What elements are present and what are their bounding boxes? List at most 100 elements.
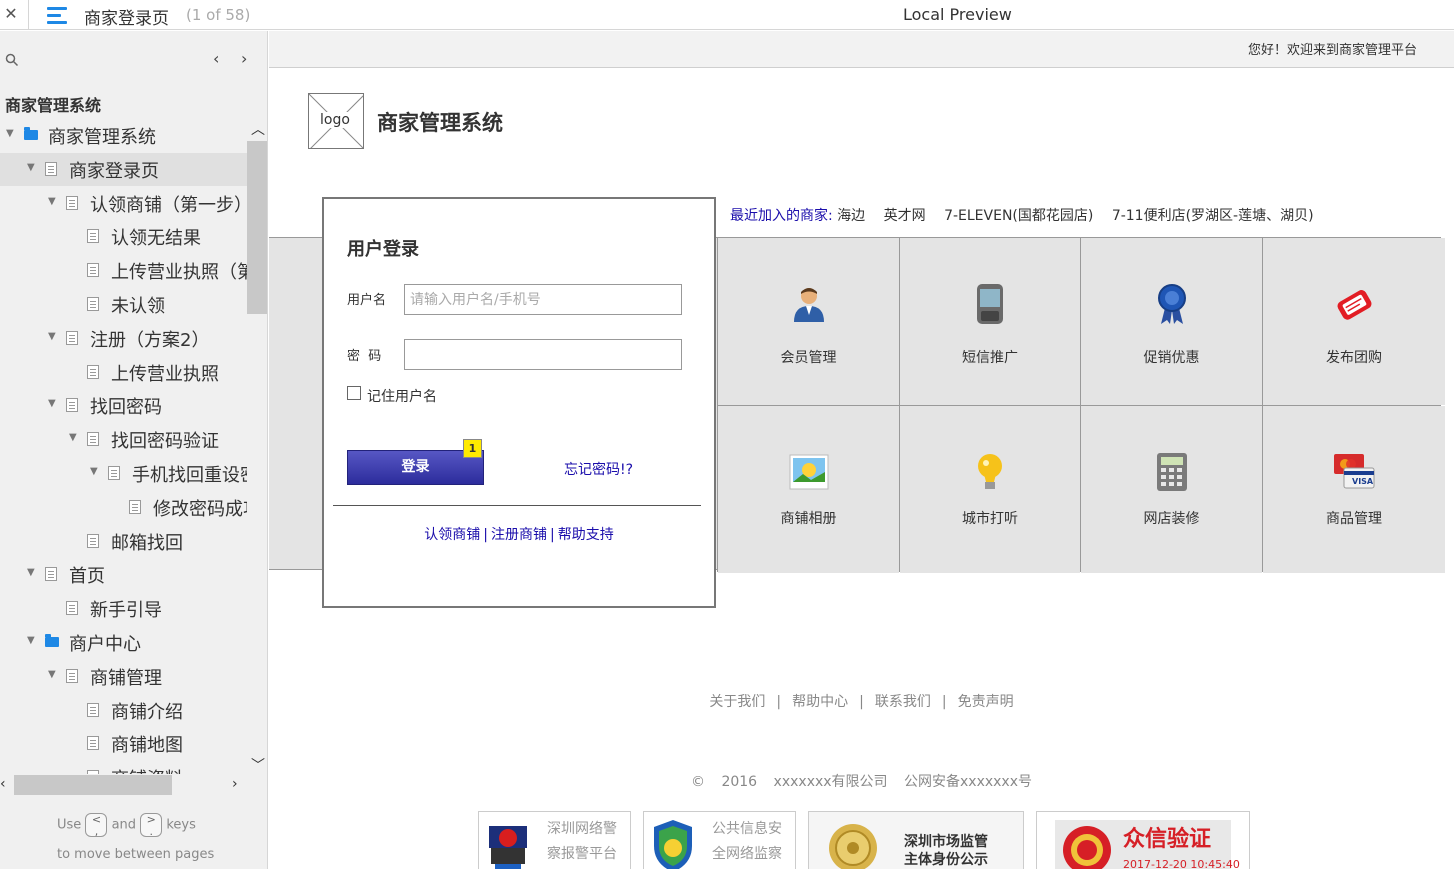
tree-item[interactable]: 邮箱找回 [0,525,247,558]
merchant-link[interactable]: 7-11便利店(罗湖区-莲塘、湖贝) [1112,208,1314,224]
disclaimer-link[interactable]: 免责声明 [958,694,1014,710]
preview-canvas: 您好！欢迎来到商家管理平台 logo 商家管理系统 用户登录 用户名 密 码 记… [269,31,1454,869]
project-title: 商家管理系统 [5,96,102,115]
page-tree: ▼ 商家管理系统 ▼ 商家登录页 ▼ 认领商铺（第一步） 认领无结果 上传营业执照（第 未认领 ▼… [0,119,247,774]
preview-title: Local Preview [903,5,1012,24]
help-center-link[interactable]: 帮助中心 [792,694,848,710]
tree-item[interactable]: ▼ 认领商铺（第一步） [0,187,247,220]
copyright: © 2016 xxxxxxx有限公司 公网安备xxxxxxx号 [269,771,1454,791]
previous-page-button[interactable]: ‹ [213,49,219,68]
next-page-button[interactable]: › [241,49,247,68]
annotation-marker: 1 [463,439,482,458]
tree-item-label: 找回密码 [90,397,162,418]
tree-item[interactable]: 修改密码成功 [0,491,247,524]
tree-item[interactable]: 商铺介绍 [0,694,247,727]
sidebar: ‹ › 商家管理系统 ▼ 商家管理系统 ▼ 商家登录页 ▼ 认领商铺（第一步） 认领无结果上… [0,31,268,869]
tree-item[interactable]: ▼ 商铺管理 [0,660,247,693]
claim-shop-link[interactable]: 认领商铺 [424,527,480,543]
feature-city-inquiry[interactable]: 城市打听 [900,406,1080,573]
zhongxin-verification-badge[interactable]: 众信验证 2017-12-20 10:45:40 [1036,811,1250,869]
tree-item[interactable]: ▼ 手机找回重设密 [0,457,247,490]
feature-label: 短信推广 [962,350,1018,366]
feature-shop-decoration[interactable]: 网店装修 [1081,406,1262,573]
red-tag-icon [1337,290,1372,320]
register-shop-link[interactable]: 注册商铺 [491,527,547,543]
contact-us-link[interactable]: 联系我们 [875,694,931,710]
help-support-link[interactable]: 帮助支持 [558,527,614,543]
merchant-link[interactable]: 英才网 [884,208,926,224]
feature-promotions[interactable]: 促销优惠 [1081,238,1262,405]
tree-item[interactable]: ▼ 商家登录页 [0,153,247,186]
tree-item[interactable]: 未认领 [0,288,247,321]
close-icon[interactable]: ✕ [4,4,18,23]
scroll-down-arrow-icon[interactable]: ﹀ [251,755,265,775]
page-icon [129,500,141,514]
feature-sms-promotion[interactable]: 短信推广 [900,238,1080,405]
divider [28,0,29,30]
scroll-right-arrow-icon[interactable]: › [232,776,238,792]
expand-toggle-icon[interactable]: ▼ [27,162,35,173]
password-label: 密 码 [347,349,382,364]
expand-toggle-icon[interactable]: ▼ [48,196,56,207]
tree-item[interactable]: ▼ 注册（方案2） [0,322,247,355]
feature-product-management[interactable]: VISA 商品管理 [1263,406,1445,573]
expand-toggle-icon[interactable]: ▼ [27,567,35,578]
scrollbar-thumb[interactable] [247,141,267,314]
expand-toggle-icon[interactable]: ▼ [69,432,77,443]
page-icon [45,567,57,581]
page-icon [66,331,78,345]
badge-title: 众信验证 [1123,827,1212,852]
tree-item[interactable]: 商铺资料 [0,761,247,774]
remember-username-checkbox[interactable] [347,386,361,400]
search-icon[interactable] [5,53,19,67]
expand-toggle-icon[interactable]: ▼ [48,669,56,680]
expand-toggle-icon[interactable]: ▼ [27,635,35,646]
expand-toggle-icon[interactable]: ▼ [48,331,56,342]
tree-item[interactable]: 新手引导 [0,592,247,625]
feature-label: 发布团购 [1326,350,1382,366]
tree-item[interactable]: ▼ 找回密码 [0,389,247,422]
tree-item[interactable]: ▼ 商家管理系统 [0,119,247,152]
police-report-badge[interactable]: 深圳网络警 察报警平台 [478,811,631,869]
feature-shop-album[interactable]: 商铺相册 [718,406,899,573]
merchant-link[interactable]: 海边 [837,208,865,224]
icp-record: 公网安备xxxxxxx号 [904,774,1032,790]
tree-vertical-scrollbar[interactable]: ︿ ﹀ [247,119,267,774]
merchant-link[interactable]: 7-ELEVEN(国都花园店) [944,208,1093,224]
page-icon [87,297,99,311]
lightbulb-icon [978,454,1002,489]
expand-toggle-icon[interactable]: ▼ [90,466,98,477]
password-input[interactable] [404,339,682,370]
badge-text: 察报警平台 [547,846,617,862]
scroll-up-arrow-icon[interactable]: ︿ [251,119,265,139]
tree-item-label: 上传营业执照 [111,364,219,385]
hint-line2: to move between pages [57,847,215,862]
tree-item-label: 商铺介绍 [111,702,183,723]
tree-item[interactable]: 认领无结果 [0,220,247,253]
page-icon [87,263,99,277]
tree-item-label: 邮箱找回 [111,533,183,554]
market-supervision-badge[interactable]: 深圳市场监管 主体身份公示 [808,811,1024,869]
feature-group-buy[interactable]: 发布团购 [1263,238,1445,405]
expand-toggle-icon[interactable]: ▼ [48,398,56,409]
username-input[interactable] [404,284,682,315]
expand-toggle-icon[interactable]: ▼ [6,128,14,139]
forgot-password-link[interactable]: 忘记密码!? [564,459,633,479]
calculator-icon [1156,453,1187,491]
scrollbar-thumb[interactable] [14,775,172,795]
scroll-left-arrow-icon[interactable]: ‹ [0,776,6,792]
tree-item[interactable]: ▼ 找回密码验证 [0,423,247,456]
tree-item[interactable]: ▼ 商户中心 [0,626,247,659]
tree-horizontal-scrollbar[interactable]: ‹ › [0,774,247,796]
hamburger-menu-icon[interactable] [47,6,67,24]
feature-member-management[interactable]: 会员管理 [718,238,899,405]
info-security-badge[interactable]: 公共信息安 全网络监察 [643,811,796,869]
tree-item[interactable]: ▼ 首页 [0,558,247,591]
page-icon [87,534,99,548]
tree-item[interactable]: 上传营业执照（第 [0,254,247,287]
about-us-link[interactable]: 关于我们 [709,694,765,710]
tree-item[interactable]: 商铺地图 [0,727,247,760]
tree-item-label: 注册（方案2） [90,330,210,351]
tree-item[interactable]: 上传营业执照 [0,356,247,389]
feature-label: 商品管理 [1326,511,1382,527]
